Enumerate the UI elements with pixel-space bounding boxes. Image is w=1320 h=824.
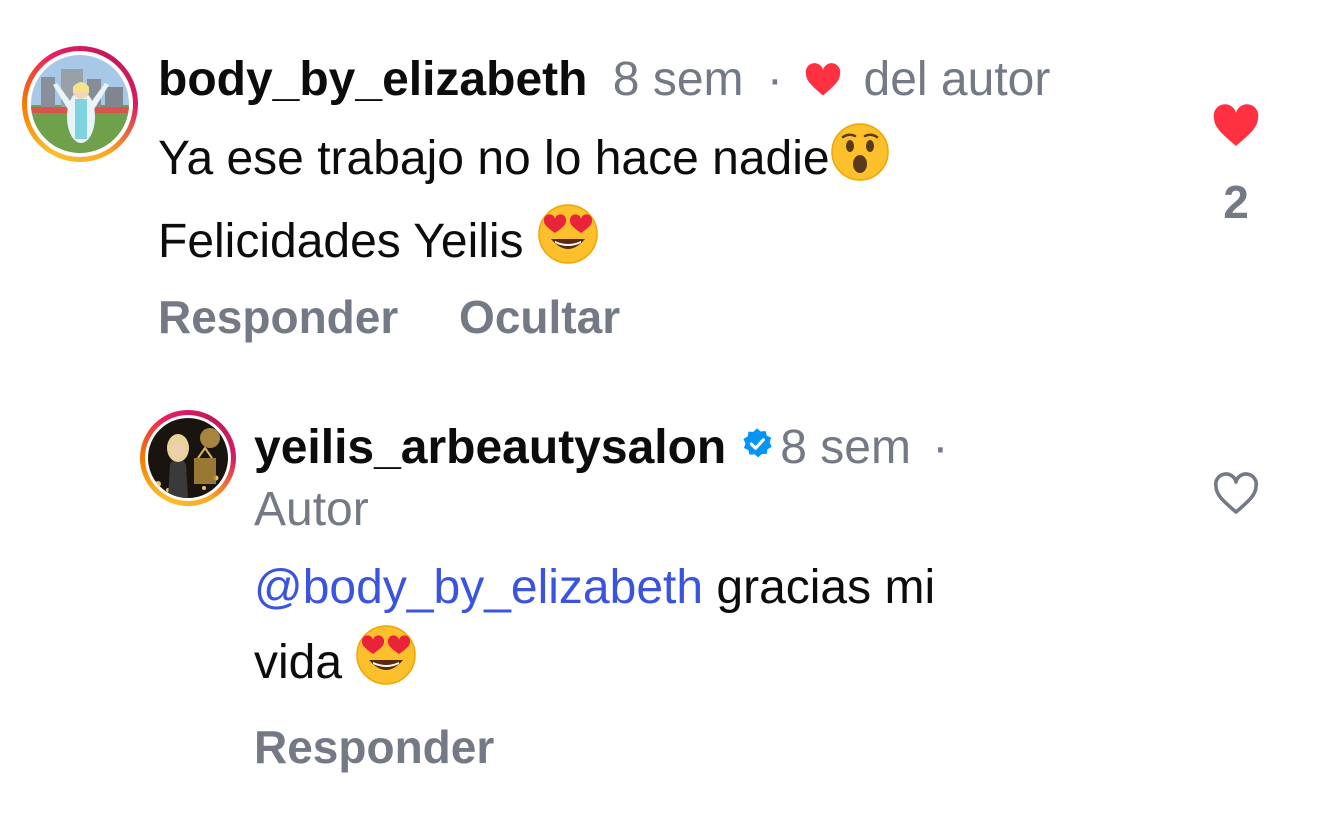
comment-text-line: Felicidades Yeilis — [158, 215, 524, 268]
avatar-photo — [31, 55, 129, 153]
like-column: 2 — [1206, 104, 1266, 229]
heart-eyes-emoji — [537, 203, 599, 286]
comment-actions: Responder Ocultar — [158, 290, 668, 344]
reply-yeilis-arbeautysalon: yeilis_arbeautysalon 8 sem · Autor @body… — [0, 380, 1320, 824]
reply-text-line: vida — [254, 636, 343, 689]
avatar-photo — [148, 418, 228, 498]
like-count[interactable]: 2 — [1223, 175, 1249, 229]
comment-body-by-elizabeth: body_by_elizabeth 8 sem · del autor Ya e… — [0, 0, 1320, 370]
hide-button[interactable]: Ocultar — [459, 291, 620, 343]
comment-text-line: Ya ese trabajo no lo hace nadie — [158, 132, 830, 185]
reply-header: yeilis_arbeautysalon 8 sem · — [254, 418, 948, 476]
reply-button[interactable]: Responder — [254, 721, 494, 773]
heart-filled-icon[interactable] — [1212, 104, 1260, 153]
liked-by-author-label: del autor — [863, 53, 1051, 106]
separator: · — [766, 53, 783, 106]
username[interactable]: body_by_elizabeth — [158, 53, 587, 106]
heart-eyes-emoji — [355, 624, 417, 707]
surprised-face-emoji — [830, 122, 890, 203]
reply-actions: Responder — [254, 720, 542, 774]
avatar-yeilis-arbeautysalon[interactable] — [140, 410, 236, 506]
comment-header: body_by_elizabeth 8 sem · del autor — [158, 52, 1050, 110]
heart-outline-icon[interactable] — [1212, 472, 1260, 521]
author-label-line: Autor — [254, 482, 369, 538]
separator: · — [932, 421, 949, 474]
timestamp: 8 sem — [780, 421, 911, 474]
avatar-body-by-elizabeth[interactable] — [22, 46, 138, 162]
like-column — [1206, 472, 1266, 521]
heart-filled-icon — [804, 54, 842, 110]
username[interactable]: yeilis_arbeautysalon — [254, 421, 726, 474]
verified-badge-icon — [740, 418, 774, 474]
reply-button[interactable]: Responder — [158, 291, 398, 343]
reply-text-line: gracias mi — [716, 561, 936, 614]
mention-link[interactable]: @body_by_elizabeth — [254, 561, 703, 614]
timestamp: 8 sem — [612, 53, 744, 106]
author-label: Autor — [254, 483, 369, 536]
reply-text: @body_by_elizabeth gracias mi vida — [254, 552, 1174, 707]
comment-text: Ya ese trabajo no lo hace nadie Felicida… — [158, 122, 1158, 286]
